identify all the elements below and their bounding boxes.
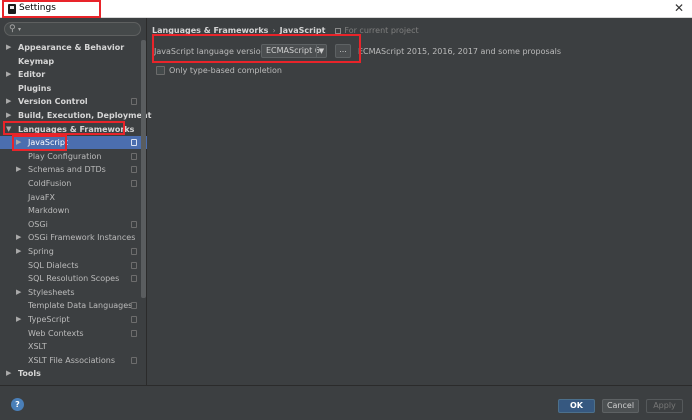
- sidebar-item[interactable]: Markdown: [0, 204, 147, 217]
- chevron-down-icon[interactable]: ▾: [18, 26, 21, 33]
- project-scope-icon: [131, 302, 137, 310]
- project-scope-icon: [131, 98, 137, 106]
- project-scope-icon: [131, 275, 137, 283]
- chevron-right-icon[interactable]: ▶: [6, 68, 11, 81]
- chevron-right-icon[interactable]: ▶: [16, 286, 21, 299]
- sidebar-item[interactable]: Play Configuration: [0, 150, 147, 163]
- chevron-right-icon[interactable]: ▶: [6, 41, 11, 54]
- sidebar-item-label: OSGi Framework Instances: [28, 233, 136, 243]
- sidebar-item[interactable]: XSLT File Associations: [0, 354, 147, 367]
- chevron-right-icon[interactable]: ▶: [16, 245, 21, 258]
- project-scope-icon: [131, 329, 137, 337]
- sidebar-item-label: Markdown: [28, 206, 70, 216]
- ok-button[interactable]: OK: [558, 399, 595, 413]
- sidebar-item-label: TypeScript: [28, 315, 70, 324]
- sidebar-item-label: SQL Resolution Scopes: [28, 274, 120, 284]
- highlight-box-javascript: [12, 135, 67, 151]
- apply-button[interactable]: Apply: [646, 399, 683, 413]
- sidebar-item-label: Tools: [18, 369, 41, 379]
- sidebar-scrollbar[interactable]: [141, 40, 146, 298]
- sidebar-item-label: Appearance & Behavior: [18, 43, 125, 52]
- sidebar-item-label: Play Configuration: [28, 151, 102, 161]
- highlight-box-title: [2, 0, 101, 18]
- sidebar-item[interactable]: ▶ Version Control: [0, 95, 147, 108]
- sidebar-item[interactable]: ▶ Spring: [0, 245, 147, 258]
- sidebar-item-label: Editor: [18, 70, 46, 80]
- sidebar-item-label: SQL Dialects: [28, 260, 79, 270]
- search-input[interactable]: ⚲ ▾: [4, 22, 141, 36]
- project-scope-icon: [131, 220, 137, 228]
- type-based-completion-label: Only type-based completion: [169, 66, 282, 75]
- highlight-box-version: [152, 34, 361, 63]
- chevron-right-icon[interactable]: ▶: [16, 163, 21, 176]
- sidebar-item[interactable]: XSLT: [0, 340, 147, 353]
- sidebar-item[interactable]: ▶ Stylesheets: [0, 286, 147, 299]
- sidebar-item-label: JavaFX: [28, 192, 55, 202]
- chevron-right-icon[interactable]: ▶: [16, 313, 21, 326]
- sidebar-item[interactable]: JavaFX: [0, 191, 147, 204]
- sidebar-item[interactable]: ▶ Tools: [0, 367, 147, 380]
- help-icon[interactable]: ?: [11, 398, 24, 411]
- chevron-right-icon[interactable]: ▶: [6, 367, 11, 380]
- sidebar-item-label: XSLT File Associations: [28, 355, 115, 365]
- title-bar: Settings ✕: [0, 0, 692, 18]
- sidebar-item[interactable]: Template Data Languages: [0, 299, 147, 312]
- sidebar-item-label: ColdFusion: [28, 179, 72, 188]
- project-scope-icon: [131, 261, 137, 269]
- sidebar-item-label: Spring: [28, 247, 54, 256]
- project-scope-icon: [131, 356, 137, 364]
- sidebar-item[interactable]: ▶ OSGi Framework Instances: [0, 231, 147, 244]
- sidebar-item[interactable]: Keymap: [0, 55, 147, 68]
- sidebar-item-label: Template Data Languages: [28, 301, 133, 311]
- sidebar-item-label: Stylesheets: [28, 287, 75, 297]
- sidebar-item[interactable]: SQL Resolution Scopes: [0, 272, 147, 285]
- sidebar-item[interactable]: ▶ Schemas and DTDs: [0, 163, 147, 176]
- project-scope-icon: [131, 152, 137, 160]
- settings-content: Languages & Frameworks › JavaScript For cur…: [148, 18, 692, 385]
- sidebar-item[interactable]: ▶ Appearance & Behavior: [0, 41, 147, 54]
- sidebar-item[interactable]: ColdFusion: [0, 177, 147, 190]
- sidebar-item-label: Version Control: [18, 97, 88, 107]
- sidebar-item[interactable]: ▶ Editor: [0, 68, 147, 81]
- close-icon[interactable]: ✕: [674, 1, 684, 15]
- chevron-right-icon[interactable]: ▶: [16, 231, 21, 244]
- sidebar-item-label: OSGi: [28, 219, 48, 229]
- settings-sidebar: ⚲ ▾ ▶ Appearance & Behavior Keymap ▶ Editor P…: [0, 18, 151, 385]
- project-scope-icon: [131, 139, 137, 147]
- project-scope-icon: [131, 180, 137, 187]
- sidebar-item[interactable]: OSGi: [0, 218, 147, 231]
- sidebar-item[interactable]: Web Contexts: [0, 327, 147, 340]
- chevron-right-icon[interactable]: ▶: [6, 95, 11, 108]
- sidebar-item-label: Keymap: [18, 56, 55, 66]
- search-icon: ⚲: [9, 24, 16, 34]
- type-based-completion-checkbox[interactable]: [156, 66, 165, 75]
- project-scope-icon: [131, 248, 137, 255]
- sidebar-item[interactable]: Plugins: [0, 82, 147, 95]
- project-scope-icon: [131, 166, 137, 174]
- sidebar-item[interactable]: ▶ TypeScript: [0, 313, 147, 326]
- sidebar-item-label: XSLT: [28, 342, 47, 352]
- cancel-button[interactable]: Cancel: [602, 399, 639, 413]
- highlight-box-languages: [3, 121, 125, 135]
- sidebar-item-label: Schemas and DTDs: [28, 165, 106, 175]
- project-scope-icon: [131, 316, 137, 323]
- sidebar-item[interactable]: SQL Dialects: [0, 259, 147, 272]
- dialog-footer: ? OK Cancel Apply: [0, 385, 692, 420]
- sidebar-item-label: Web Contexts: [28, 328, 84, 338]
- sidebar-item-label: Plugins: [18, 83, 52, 93]
- js-version-description: ECMAScript 2015, 2016, 2017 and some pro…: [358, 47, 561, 56]
